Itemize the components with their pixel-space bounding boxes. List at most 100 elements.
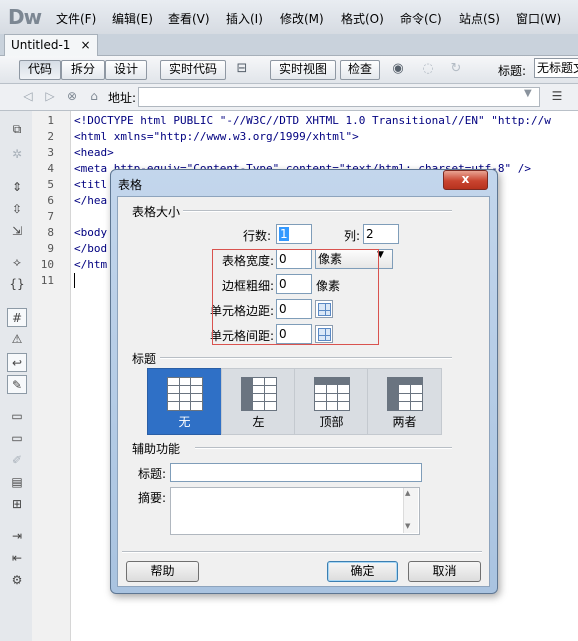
address-input[interactable] [138,87,540,107]
highlight-invalid-code-icon[interactable]: ⚠ [7,330,27,348]
line-number: 4 [47,162,54,175]
dialog-title: 表格 [118,178,143,192]
address-label: 地址: [108,91,137,105]
syntax-coloring-icon[interactable]: ✎ [7,375,27,394]
code-line: <!DOCTYPE html PUBLIC "-//W3C//DTD XHTML… [74,114,551,127]
line-number: 9 [47,242,54,255]
code-line: <body [74,226,108,239]
menu-site[interactable]: 站点(S) [459,10,500,27]
chevron-down-icon[interactable]: ▼ [524,88,532,99]
scroll-down-icon[interactable]: ▼ [405,522,410,530]
document-tab[interactable]: Untitled-1 × [4,34,98,56]
scroll-up-icon[interactable]: ▲ [405,489,410,497]
dialog-divider [122,551,482,553]
wrap-tag-icon[interactable]: ✐ [7,451,27,469]
title-label: 标题: [498,64,527,78]
live-view-button[interactable]: 实时视图 [270,60,336,80]
close-icon[interactable]: × [80,38,90,52]
rows-value: 1 [279,227,289,241]
caption-label: 标题: [138,467,167,481]
apply-comment-icon[interactable]: ▭ [7,407,27,425]
app-logo: Dw [8,5,42,29]
refresh-icon[interactable]: ↻ [446,59,466,79]
collapse-selection-icon[interactable]: ⇳ [7,200,27,218]
group-divider [195,447,452,449]
live-code-button[interactable]: 实时代码 [160,60,226,80]
summary-label: 摘要: [138,491,167,505]
title-input[interactable]: 无标题文档 [534,58,578,78]
file-management-icon[interactable]: ⊟ [232,59,252,79]
visual-aids-icon[interactable]: ◌ [418,59,438,79]
line-number: 1 [47,114,54,127]
line-number: 11 [40,274,54,287]
show-code-navigator-icon[interactable]: ✲ [7,145,27,163]
header-option-left[interactable]: 左 [221,368,296,435]
word-wrap-icon[interactable]: ↩ [7,353,27,372]
stop-icon[interactable]: ⊗ [64,88,80,104]
menu-commands[interactable]: 命令(C) [400,10,442,27]
code-line: <titl [74,178,108,191]
line-number: 10 [40,258,54,271]
code-line: <html xmlns="http://www.w3.org/1999/xhtm… [74,130,359,143]
header-option-none[interactable]: 无 [147,368,222,435]
expand-all-icon[interactable]: ⇲ [7,222,27,240]
line-number: 2 [47,130,54,143]
menu-file[interactable]: 文件(F) [56,10,96,27]
code-view-button[interactable]: 代码 [19,60,61,80]
indent-code-icon[interactable]: ⇥ [7,527,27,545]
header-option-top[interactable]: 顶部 [294,368,369,435]
document-tab-label: Untitled-1 [11,38,71,52]
select-parent-tag-icon[interactable]: ⟡ [7,253,27,271]
back-icon[interactable]: ◁ [20,88,36,104]
dialog-close-button[interactable]: x [443,170,488,190]
header-option-label: 无 [178,415,191,429]
header-option-label: 两者 [392,415,417,429]
menu-view[interactable]: 查看(V) [168,10,210,27]
open-documents-icon[interactable]: ⧉ [7,120,27,138]
remove-comment-icon[interactable]: ▭ [7,429,27,447]
format-source-code-icon[interactable]: ⚙ [7,571,27,589]
balance-braces-icon[interactable]: {} [7,275,27,293]
rows-label: 行数: [243,229,272,243]
recent-snippets-icon[interactable]: ▤ [7,473,27,491]
menu-edit[interactable]: 编辑(E) [112,10,153,27]
page-options-icon[interactable]: ☰ [546,87,568,105]
group-divider [182,210,452,212]
inspect-button[interactable]: 检查 [340,60,380,80]
design-view-button[interactable]: 设计 [105,60,147,80]
outdent-code-icon[interactable]: ⇤ [7,549,27,567]
menu-format[interactable]: 格式(O) [341,10,384,27]
move-css-icon[interactable]: ⊞ [7,495,27,513]
menu-modify[interactable]: 修改(M) [280,10,324,27]
line-number: 3 [47,146,54,159]
header-option-label: 顶部 [319,415,344,429]
line-number: 6 [47,194,54,207]
menu-window[interactable]: 窗口(W) [516,10,561,27]
code-line: </htm [74,258,108,271]
ok-button[interactable]: 确定 [327,561,398,582]
table-both-header-icon [387,377,423,411]
caption-input[interactable] [170,463,422,482]
rows-input[interactable]: 1 [276,224,312,244]
accessibility-group-title: 辅助功能 [132,440,184,457]
header-option-both[interactable]: 两者 [367,368,442,435]
code-line: </bod [74,242,108,255]
collapse-tag-icon[interactable]: ⇕ [7,178,27,196]
cancel-button[interactable]: 取消 [408,561,481,582]
text-caret [74,273,75,288]
table-left-header-icon [241,377,277,411]
split-view-button[interactable]: 拆分 [61,60,105,80]
help-button[interactable]: 帮助 [126,561,199,582]
table-none-icon [167,377,203,411]
summary-textarea[interactable] [170,487,420,535]
globe-icon[interactable]: ◉ [388,59,408,79]
menu-insert[interactable]: 插入(I) [226,10,263,27]
code-line: </hea [74,194,108,207]
forward-icon[interactable]: ▷ [42,88,58,104]
line-numbers-icon[interactable]: # [7,308,27,327]
highlight-box [212,249,379,345]
line-number: 7 [47,210,54,223]
columns-input[interactable]: 2 [363,224,399,244]
columns-label: 列: [344,229,361,243]
home-icon[interactable]: ⌂ [86,88,102,104]
